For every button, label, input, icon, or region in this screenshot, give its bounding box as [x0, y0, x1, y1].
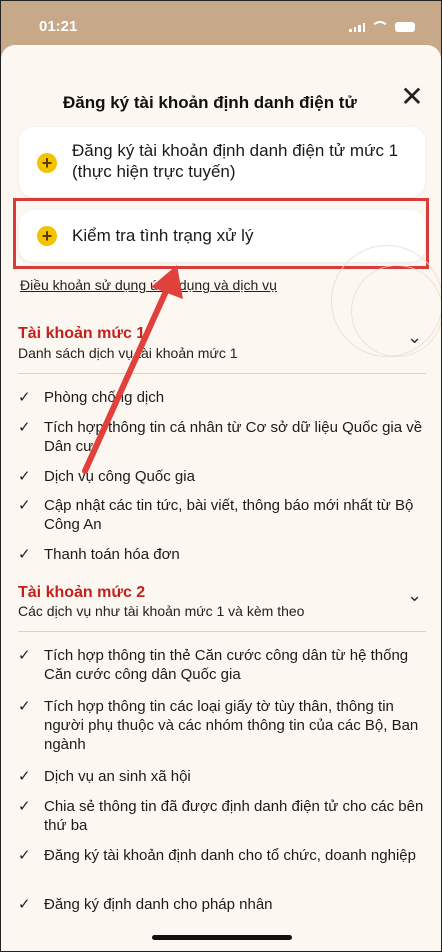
phone-screen: 01:21 Đăng ký tài khoản định danh điện t… — [0, 0, 442, 952]
home-indicator[interactable] — [152, 935, 292, 940]
red-arrow-annotation — [82, 265, 183, 474]
arrow-shaft — [82, 286, 170, 474]
